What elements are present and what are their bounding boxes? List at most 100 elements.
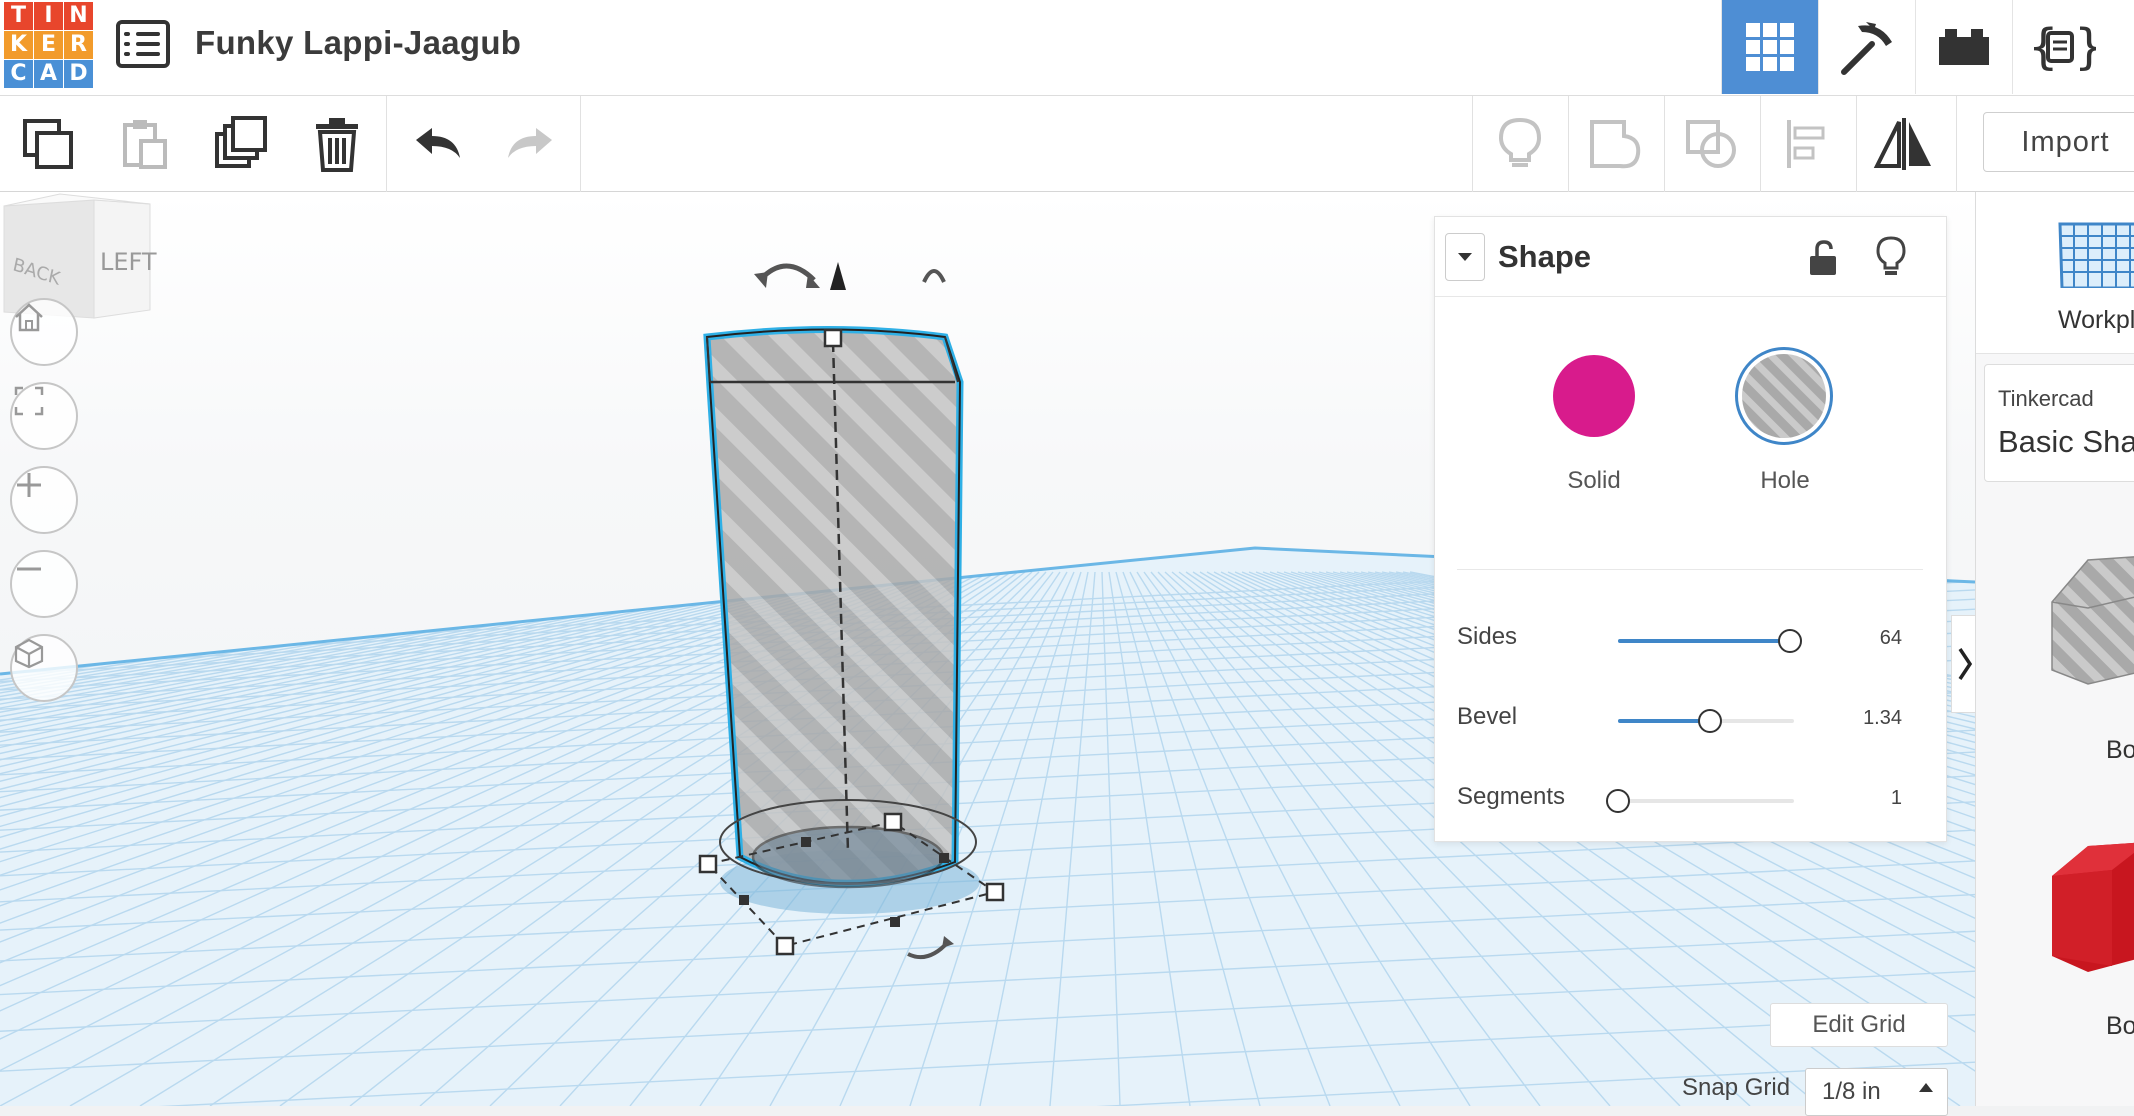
solid-color-swatch[interactable] [1553,355,1635,437]
hole-stripes [1742,354,1826,438]
redo-icon [508,128,552,158]
library-item-label: Box [2106,1012,2134,1040]
orthographic-view-button[interactable] [10,634,78,702]
zoom-out-button[interactable] [10,550,78,618]
ungroup-button[interactable] [1664,96,1760,192]
tab-3d-design[interactable] [1721,0,1818,94]
paste-icon [123,120,167,169]
cube-icon [14,638,44,669]
tab-codeblocks[interactable] [1818,0,1915,94]
home-icon [15,303,43,332]
duplicate-icon [215,116,267,168]
hole-label: Hole [1760,467,1810,494]
solid-label: Solid [1567,467,1621,494]
paste-button[interactable] [96,96,192,192]
design-menu-button[interactable] [116,20,170,68]
logo-letter: I [34,2,63,30]
box-solid-shape[interactable] [2048,826,2134,976]
edit-grid-button[interactable]: Edit Grid [1770,1003,1948,1047]
logo-letter: R [64,31,93,59]
brick-icon [1939,29,1989,65]
redo-button[interactable] [482,96,578,192]
svg-text:{: { [2028,19,2059,75]
tinkercad-logo[interactable]: TIN KER CAD [4,2,94,88]
minus-icon [17,567,41,571]
chevron-right-icon [1958,648,1973,680]
pickaxe-icon [1841,22,1892,75]
workplane-label: Workplane [2058,306,2134,334]
notes-button[interactable] [1472,96,1568,192]
home-view-button[interactable] [10,298,78,366]
box-hole-shape[interactable] [2048,550,2134,700]
param-slider-2[interactable] [1606,789,1794,813]
undo-icon [416,128,460,158]
caret-up-icon [1919,1083,1933,1092]
inspector-header: Shape [1435,217,1946,297]
delete-button[interactable] [289,96,385,192]
param-value-0[interactable]: 64 [1880,627,1902,650]
param-slider-knob[interactable] [1778,629,1803,653]
param-label-0: Sides [1457,623,1518,650]
design-title[interactable]: Funky Lappi-Jaagub [195,24,521,62]
param-value-1[interactable]: 1.34 [1863,707,1902,730]
zoom-in-button[interactable] [10,466,78,534]
snap-grid-label: Snap Grid [1682,1074,1791,1101]
copy-icon [23,119,73,169]
group-button[interactable] [1568,96,1664,192]
shape-inspector: Shape Solid Hole Sides 64 Bevel 1.34 Segment… [1434,216,1947,842]
import-button[interactable]: Import [1983,112,2134,172]
logo-letter: N [64,2,93,30]
tab-bricks[interactable] [1915,0,2012,94]
shapes-library-panel: Workplane Tinkercad Basic Shapes Box Box [1975,192,2134,1106]
fit-view-button[interactable] [10,382,78,450]
trash-icon [316,118,358,172]
param-label-1: Bevel [1457,703,1518,730]
align-icon [1787,120,1825,168]
logo-letter: T [4,2,33,30]
param-slider-knob[interactable] [1606,789,1630,813]
undo-button[interactable] [390,96,486,192]
group-icon [1590,120,1641,169]
param-slider-knob[interactable] [1697,709,1722,733]
library-category-selector[interactable] [1984,364,2134,482]
workplane-icon [2058,222,2134,288]
edit-toolbar: Import [0,96,2134,192]
inspector-title: Shape [1498,239,1592,274]
mirror-icon [1873,118,1931,170]
plus-icon [17,473,41,497]
unlock-icon[interactable] [1807,239,1839,277]
inspector-collapse-button[interactable] [1445,233,1485,281]
code-icon: { } [2028,19,2096,75]
tab-code[interactable]: { } [2012,0,2109,94]
logo-letter: C [4,60,33,88]
caret-down-icon [1458,253,1472,261]
hole-swatch[interactable] [1735,347,1833,445]
param-slider-fill [1618,719,1710,723]
param-slider-1[interactable] [1618,709,1794,733]
workplane-tool[interactable]: Workplane [1976,192,2134,354]
lightbulb-icon [1498,117,1542,167]
library-item-label: Box [2106,736,2134,764]
logo-letter: E [34,31,63,59]
logo-letter: D [64,60,93,88]
grid-icon [1746,23,1794,71]
library-category-name: Basic Shapes [1998,424,2134,459]
param-label-2: Segments [1457,783,1566,810]
duplicate-button[interactable] [193,96,289,192]
param-slider-fill [1618,639,1791,643]
mirror-button[interactable] [1856,96,1952,192]
snap-grid-select[interactable]: 1/8 in [1805,1068,1948,1116]
align-button[interactable] [1760,96,1856,192]
logo-letter: A [34,60,63,88]
copy-button[interactable] [0,96,96,192]
library-category-super: Tinkercad [1998,386,2094,411]
ungroup-icon [1686,120,1736,168]
svg-text:}: } [2074,19,2096,75]
snap-grid-value: 1/8 in [1822,1078,1881,1105]
top-bar: TIN KER CAD Funky Lappi-Jaagub { [0,0,2134,96]
param-slider-0[interactable] [1618,629,1803,653]
lightbulb-icon[interactable] [1875,235,1907,279]
param-value-2[interactable]: 1 [1891,787,1902,810]
logo-letter: K [4,31,33,59]
fit-view-icon [14,386,44,416]
